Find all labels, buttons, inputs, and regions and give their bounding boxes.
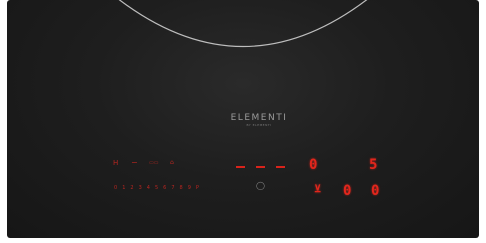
timer-prefix: ⊻ <box>314 184 322 195</box>
power-slider[interactable]: 0 1 2 3 4 5 6 7 8 9 P <box>114 185 199 191</box>
power-button[interactable]: H <box>113 159 118 167</box>
brand-subtitle: BY ELEMENTI <box>246 123 272 127</box>
timer-button[interactable]: ◯ <box>256 181 265 190</box>
slider-level-8[interactable]: 8 <box>180 185 183 191</box>
zone-indicator-1 <box>236 166 245 168</box>
timer-icon: ◯ <box>256 181 265 190</box>
brand-logo: ELEMENTI BY ELEMENTI <box>214 113 304 127</box>
timer-digit-2: 0 <box>371 183 380 199</box>
zone-indicator-2 <box>256 166 265 168</box>
cooktop-panel: ELEMENTI BY ELEMENTI H − ▭▭ ⌂ 0 5 0 1 2 … <box>7 0 479 238</box>
power-icon: H <box>113 159 119 167</box>
slider-level-9[interactable]: 9 <box>188 185 191 191</box>
lock-button[interactable]: ⌂ <box>170 159 174 166</box>
zone-level-display: 5 <box>369 157 378 173</box>
minus-icon: − <box>131 158 138 167</box>
lock-icon: ⌂ <box>170 159 174 166</box>
zone-select-icon: ▭▭ <box>149 160 159 166</box>
zone-indicator-3 <box>276 166 285 168</box>
zone-power-display: 0 <box>309 157 318 173</box>
slider-level-7[interactable]: 7 <box>171 185 174 191</box>
slider-level-p[interactable]: P <box>196 185 199 191</box>
slider-level-4[interactable]: 4 <box>147 185 150 191</box>
slider-level-0[interactable]: 0 <box>114 185 117 191</box>
minus-button[interactable]: − <box>131 158 138 167</box>
zone-select-button[interactable]: ▭▭ <box>149 160 158 166</box>
slider-level-2[interactable]: 2 <box>130 185 133 191</box>
slider-level-3[interactable]: 3 <box>139 185 142 191</box>
brand-name: ELEMENTI <box>230 113 288 123</box>
slider-level-1[interactable]: 1 <box>122 185 125 191</box>
timer-digit-1: 0 <box>343 183 352 199</box>
slider-level-5[interactable]: 5 <box>155 185 158 191</box>
slider-level-6[interactable]: 6 <box>163 185 166 191</box>
